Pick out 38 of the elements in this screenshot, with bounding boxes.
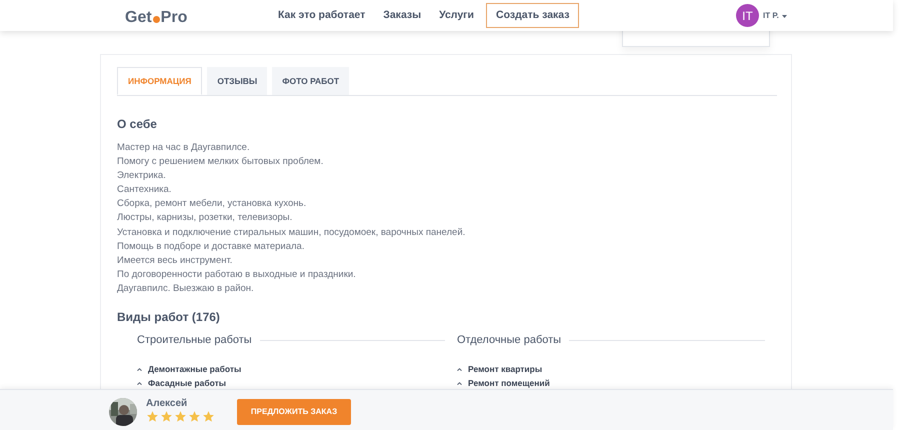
star-icon (174, 410, 187, 423)
tab[interactable]: ФОТО РАБОТ (272, 67, 350, 95)
nav-link[interactable]: Заказы (375, 3, 430, 28)
star-icon (188, 410, 201, 423)
chevron-up-icon (457, 368, 462, 372)
master-name: Алексей (146, 397, 188, 411)
tab[interactable]: ОТЗЫВЫ (207, 67, 268, 95)
about-text-line: Даугавпилс. Выезжаю в район. (117, 282, 254, 296)
star-icon (202, 410, 215, 423)
about-text-line: Имеется весь инструмент. (117, 254, 232, 268)
work-type-link[interactable]: Ремонт помещений (468, 377, 550, 390)
chevron-up-icon (137, 368, 142, 372)
about-text-line: Сборка, ремонт мебели, установка кухонь. (117, 197, 306, 212)
work-type-link[interactable]: Фасадные работы (148, 377, 226, 390)
about-text-line: Мастер на час в Даугавпилсе. (117, 141, 250, 155)
star-icon (146, 410, 159, 423)
about-text-line: Установка и подключение стиральных машин, посудомоек, варочных панелей. (117, 226, 466, 240)
about-text-line: Электрика. (117, 169, 166, 184)
nav-link[interactable]: Услуги (431, 3, 482, 28)
nav-link[interactable]: Как это работает (270, 3, 374, 28)
chevron-up-icon (137, 382, 142, 386)
about-text-line: Помогу с решением мелких бытовых проблем. (117, 155, 324, 170)
about-text-line: По договоренности работаю в выходные и праздники. (117, 268, 356, 282)
category-title: Отделочные работы (457, 333, 562, 348)
about-title: О себе (117, 116, 158, 133)
star-icon (160, 410, 173, 423)
logo[interactable]: Get Pro (125, 6, 188, 30)
work-type-link[interactable]: Ремонт квартиры (468, 363, 542, 376)
work-types-title: Виды работ (176) (117, 309, 221, 326)
about-text-line: Помощь в подборе и доставке материала. (117, 240, 304, 254)
caret-icon (782, 14, 787, 18)
work-type-link[interactable]: Демонтажные работы (148, 363, 242, 376)
about-text-line: Люстры, карнизы, розетки, телевизоры. (117, 211, 292, 226)
category-title: Строительные работы (137, 333, 252, 348)
about-text-line: Сантехника. (117, 183, 172, 198)
user-menu[interactable]: IT P. (763, 10, 787, 22)
chevron-up-icon (457, 382, 462, 386)
user-avatar[interactable]: IT (736, 4, 759, 27)
